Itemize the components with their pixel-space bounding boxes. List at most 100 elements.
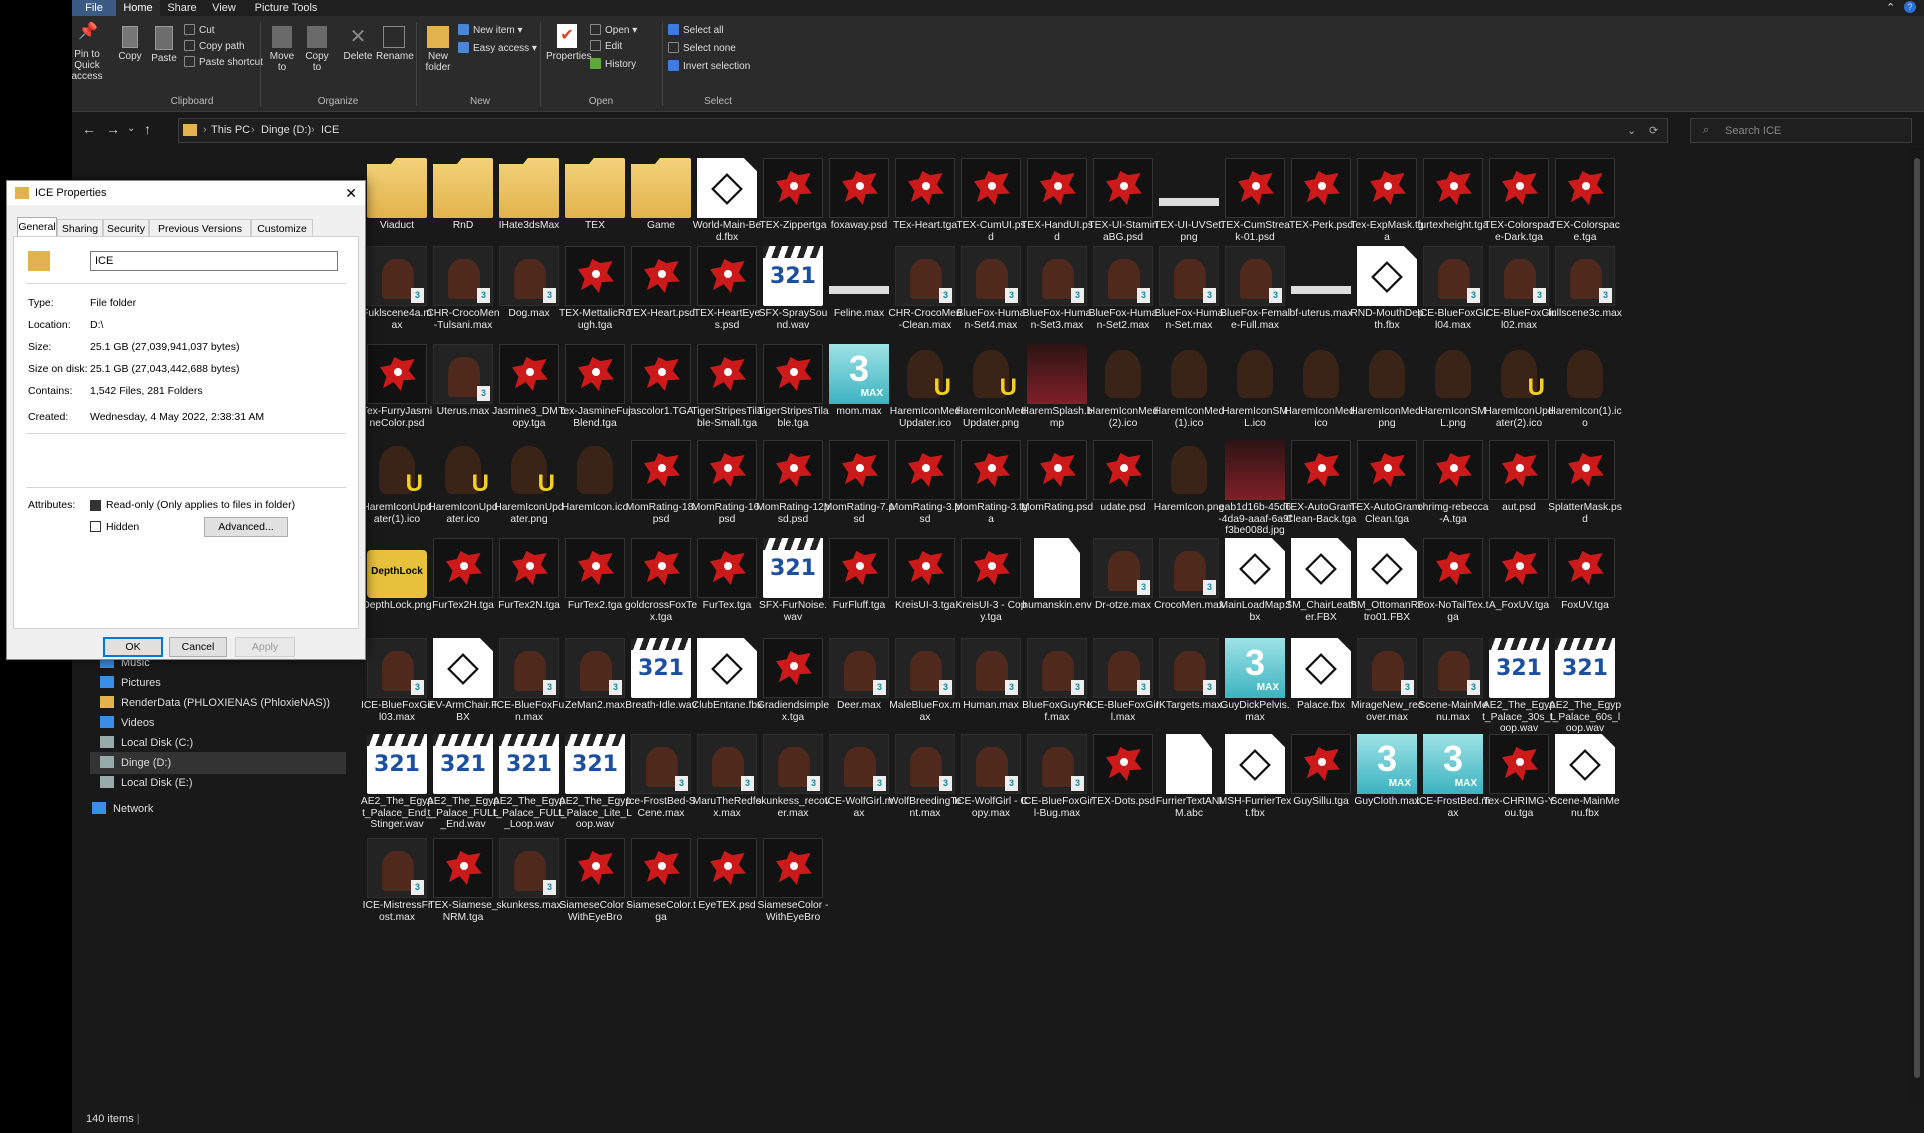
file-item[interactable]: 3 fullscene3c.max xyxy=(1548,236,1622,340)
file-item[interactable]: KreisUI-3 - Copy.tga xyxy=(954,528,1028,632)
apply-button[interactable]: Apply xyxy=(235,637,295,657)
file-item[interactable]: TigerStripesTilable.tga xyxy=(756,334,830,438)
file-item[interactable]: 321 AE2_The_Egypt_Palace_60s_loop.wav xyxy=(1548,628,1622,734)
file-item[interactable]: Tex-CHRIMG-You.tga xyxy=(1482,724,1556,828)
file-item[interactable]: 3 Fuklscene4a.max xyxy=(360,236,434,340)
tab-previous-versions[interactable]: Previous Versions xyxy=(149,219,251,237)
file-item[interactable]: 3 CHR-CrocoMen-Clean.max xyxy=(888,236,962,340)
move-to-button[interactable]: Move to xyxy=(268,26,296,73)
file-item[interactable]: U HaremIconUpdater(2).ico xyxy=(1482,334,1556,438)
file-item[interactable]: Tex-JasmineFurBlend.tga xyxy=(558,334,632,438)
file-item[interactable]: 3 ICE-BlueFoxGirl03.max xyxy=(360,628,434,732)
select-all-button[interactable]: Select all xyxy=(668,24,724,37)
file-item[interactable]: TEX-Heart.psd xyxy=(624,236,698,340)
file-item[interactable]: 3 MirageNew_recover.max xyxy=(1350,628,1424,732)
file-item[interactable]: SplatterMask.psd xyxy=(1548,430,1622,534)
file-item[interactable]: 3 ICE-WolfGirl.max xyxy=(822,724,896,828)
sidebar-item[interactable]: Network xyxy=(82,798,346,820)
file-item[interactable]: 3 ICE-BlueFoxGirl02.max xyxy=(1482,236,1556,340)
file-item[interactable]: TEX-Dots.psd xyxy=(1086,724,1160,828)
search-input[interactable]: ⌕ Search ICE xyxy=(1690,118,1912,143)
file-item[interactable]: HaremIcon.png xyxy=(1152,430,1226,534)
cut-button[interactable]: Cut xyxy=(184,24,215,37)
help-icon[interactable]: ? xyxy=(1904,1,1916,13)
breadcrumb-drive[interactable]: Dinge (D:) xyxy=(261,124,311,136)
collapse-ribbon-icon[interactable]: ⌃ xyxy=(1886,1,1895,14)
folder-name-input[interactable]: ICE xyxy=(90,251,338,271)
file-item[interactable]: 3 Ice-FrostBed-SCene.max xyxy=(624,724,698,828)
file-item[interactable]: 3 skunkess_recover.max xyxy=(756,724,830,828)
tab-picture-tools[interactable]: Picture Tools xyxy=(248,0,324,16)
file-item[interactable]: MSH-FurrierText.fbx xyxy=(1218,724,1292,828)
file-item[interactable]: MomRating-18.psd xyxy=(624,430,698,534)
file-item[interactable]: RND-MouthDepth.fbx xyxy=(1350,236,1424,340)
file-item[interactable]: 3 skunkess.max xyxy=(492,828,566,932)
file-item[interactable]: 3 ICE-WolfGirl - Copy.max xyxy=(954,724,1028,828)
file-item[interactable]: U HaremIconUpdater.png xyxy=(492,430,566,534)
file-item[interactable]: 321 SFX-SpraySound.wav xyxy=(756,236,830,340)
file-item[interactable]: bf-uterus.max xyxy=(1284,236,1358,340)
new-item-button[interactable]: New item ▾ xyxy=(458,24,523,37)
select-none-button[interactable]: Select none xyxy=(668,42,736,55)
file-item[interactable]: 3 IKTargets.max xyxy=(1152,628,1226,732)
file-item[interactable]: 3 WolfBreedingTent.max xyxy=(888,724,962,828)
file-item[interactable]: SM_ChairLeather.FBX xyxy=(1284,528,1358,632)
file-item[interactable]: 321 SFX-FurNoise.wav xyxy=(756,528,830,632)
file-item[interactable]: Feline.max xyxy=(822,236,896,340)
file-item[interactable]: 3 Uterus.max xyxy=(426,334,500,438)
file-item[interactable]: U HaremIconUpdater.ico xyxy=(426,430,500,534)
file-item[interactable]: 3 CHR-CrocoMen-Tulsani.max xyxy=(426,236,500,340)
file-item[interactable]: 3 ICE-BlueFoxGirl04.max xyxy=(1416,236,1490,340)
file-item[interactable]: 3 BlueFox-Human-Set.max xyxy=(1152,236,1226,340)
file-item[interactable]: jascolor1.TGA xyxy=(624,334,698,438)
tab-home[interactable]: Home xyxy=(116,0,160,16)
tab-file[interactable]: File xyxy=(72,0,116,16)
file-item[interactable]: 3 MAX GuyDickPelvis.max xyxy=(1218,628,1292,732)
tab-sharing[interactable]: Sharing xyxy=(57,219,103,237)
file-item[interactable]: DepthLock DepthLock.png xyxy=(360,528,434,632)
file-item[interactable]: 3 Dog.max xyxy=(492,236,566,340)
file-item[interactable]: 3 MaleBlueFox.max xyxy=(888,628,962,732)
file-item[interactable]: 3 MAX GuyCloth.max xyxy=(1350,724,1424,828)
close-icon[interactable]: ✕ xyxy=(345,181,357,205)
file-item[interactable]: TEX-AutoGram-Clean.tga xyxy=(1350,430,1424,534)
file-item[interactable]: MomRating-12psd.psd xyxy=(756,430,830,534)
advanced-button[interactable]: Advanced... xyxy=(204,517,288,537)
file-item[interactable]: 321 AE2_The_Egypt_Palace_Lite_Loop.wav xyxy=(558,724,632,830)
file-item[interactable]: MomRating-16.psd xyxy=(690,430,764,534)
file-item[interactable]: 3 ICE-BlueFoxFun.max xyxy=(492,628,566,732)
file-item[interactable]: A_FoxUV.tga xyxy=(1482,528,1556,632)
file-item[interactable]: 3 Deer.max xyxy=(822,628,896,732)
file-item[interactable]: MomRating-3.tga xyxy=(954,430,1028,534)
file-item[interactable]: 3 ICE-MistressFrost.max xyxy=(360,828,434,932)
scrollbar-thumb[interactable] xyxy=(1914,158,1920,1078)
tab-share[interactable]: Share xyxy=(160,0,204,16)
history-button[interactable]: History xyxy=(590,58,636,71)
file-item[interactable]: FurFluff.tga xyxy=(822,528,896,632)
readonly-checkbox[interactable] xyxy=(90,500,101,511)
forward-arrow-icon[interactable]: → xyxy=(106,122,120,136)
file-item[interactable]: SM_OttomanRetro01.FBX xyxy=(1350,528,1424,632)
file-item[interactable]: 321 AE2_The_Egypt_Palace_FULL_End.wav xyxy=(426,724,500,830)
file-item[interactable]: TEX-HeartEyes.psd xyxy=(690,236,764,340)
file-item[interactable]: 3 MaruTheRedfox.max xyxy=(690,724,764,828)
file-item[interactable]: FurTex2N.tga xyxy=(492,528,566,632)
edit-button[interactable]: Edit xyxy=(590,40,622,53)
file-item[interactable]: 3 ICE-BlueFoxGirl.max xyxy=(1086,628,1160,732)
delete-button[interactable]: ✕ Delete xyxy=(342,26,374,62)
new-folder-button[interactable]: New folder xyxy=(420,26,456,73)
file-item[interactable]: HaremIconSML.png xyxy=(1416,334,1490,438)
file-item[interactable]: 321 AE2_The_Egypt_Palace_FULL_Loop.wav xyxy=(492,724,566,830)
sidebar-item[interactable]: Local Disk (E:) xyxy=(90,772,346,794)
file-item[interactable]: Jasmine3_DM copy.tga xyxy=(492,334,566,438)
file-item[interactable]: HaremIconMed(1).ico xyxy=(1152,334,1226,438)
tab-view[interactable]: View xyxy=(204,0,244,16)
file-item[interactable]: goldcrossFoxTex.tga xyxy=(624,528,698,632)
file-item[interactable]: HaremIconSML.ico xyxy=(1218,334,1292,438)
file-item[interactable]: U HaremIconUpdater(1).ico xyxy=(360,430,434,534)
copy-button[interactable]: Copy xyxy=(116,26,144,62)
file-item[interactable]: U HaremIconMedUpdater.ico xyxy=(888,334,962,438)
pin-quick-access-button[interactable]: 📌 Pin to Quick access xyxy=(62,24,112,83)
file-item[interactable]: Palace.fbx xyxy=(1284,628,1358,732)
breadcrumb-this-pc[interactable]: This PC xyxy=(211,124,250,136)
